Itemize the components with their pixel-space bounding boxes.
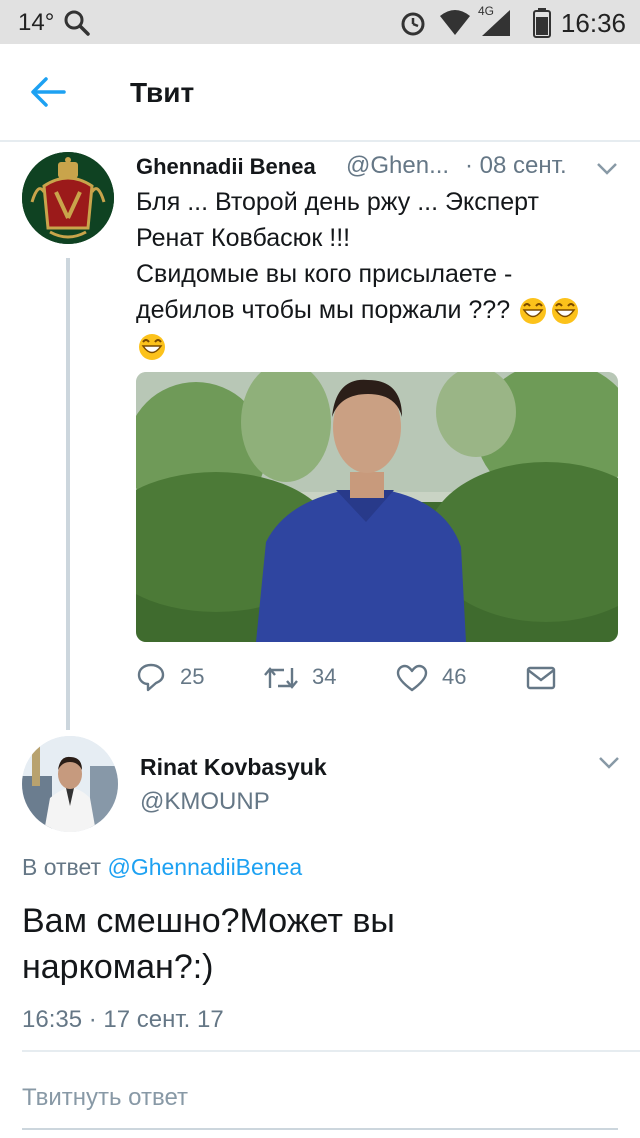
tweet-line-emoji — [136, 328, 626, 364]
reply-icon[interactable] — [136, 662, 166, 692]
video-thumbnail[interactable] — [136, 372, 618, 642]
laughing-emoji-icon — [139, 334, 165, 361]
thread-line — [66, 258, 70, 730]
alarm-icon — [401, 12, 425, 36]
direct-message-icon[interactable] — [526, 665, 556, 691]
reply-prefix: В ответ — [22, 854, 102, 880]
reply-input[interactable]: Твитнуть ответ — [22, 1062, 618, 1122]
tweet-text: Бля ... Второй день ржу ... Эксперт Рена… — [136, 184, 626, 364]
tweet-line: Бля ... Второй день ржу ... Эксперт — [136, 188, 539, 216]
author-handle: @Ghen... — [346, 152, 450, 179]
tweet-timestamp: 16:35 · 17 сент. 17 — [22, 1006, 224, 1033]
main-tweet-text: Вам смешно?Может вы наркоман?:) — [22, 898, 622, 990]
laughing-emoji-icon — [520, 298, 547, 325]
video-frame — [136, 372, 618, 642]
reply-to-link[interactable]: @GhennadiiBenea — [107, 854, 302, 880]
author-name[interactable]: Rinat Kovbasyuk — [140, 754, 327, 781]
retweet-count: 34 — [312, 664, 337, 689]
reply-count: 25 — [180, 664, 205, 689]
profile-photo — [22, 736, 118, 832]
wifi-icon — [440, 10, 470, 35]
author-handle: @KMOUNP — [140, 788, 270, 815]
page-title: Твит — [130, 77, 195, 108]
reply-placeholder: Твитнуть ответ — [22, 1084, 189, 1111]
tweet-line: Вам смешно?Может вы — [22, 902, 395, 940]
retweet-icon[interactable] — [262, 664, 300, 692]
chevron-down-icon[interactable] — [596, 162, 618, 176]
tweet-line: Ренат Ковбасюк !!! — [136, 224, 351, 252]
avatar[interactable] — [22, 152, 114, 244]
like-count: 46 — [442, 664, 467, 689]
chevron-down-icon[interactable] — [598, 756, 620, 770]
avatar[interactable] — [22, 736, 118, 832]
tweet-date: · 08 сент. — [465, 152, 567, 179]
tweet-line: Свидомые вы кого присылаете - — [136, 260, 513, 288]
heart-icon[interactable] — [396, 664, 428, 692]
tweet-line: дебилов чтобы мы поржали ??? — [136, 296, 511, 324]
battery-icon — [533, 8, 551, 38]
coat-of-arms-icon — [22, 152, 114, 244]
app-bar: Твит — [0, 44, 640, 142]
reply-underline — [22, 1128, 618, 1130]
reply-context: В ответ @GhennadiiBenea — [22, 854, 302, 881]
tweet-line: наркоман?:) — [22, 948, 214, 986]
author-name[interactable]: Ghennadii Benea — [136, 154, 316, 180]
tweet-line-with-emoji: дебилов чтобы мы поржали ??? — [136, 292, 626, 328]
temperature: 14° — [18, 9, 55, 36]
laughing-emoji-icon — [552, 298, 579, 325]
search-icon — [64, 10, 90, 36]
signal-icon — [482, 10, 510, 36]
clock: 16:36 — [560, 8, 626, 38]
status-bar: 14° 4G 16:36 — [0, 0, 640, 44]
divider — [22, 1050, 640, 1052]
arrow-left-icon[interactable] — [28, 74, 68, 110]
